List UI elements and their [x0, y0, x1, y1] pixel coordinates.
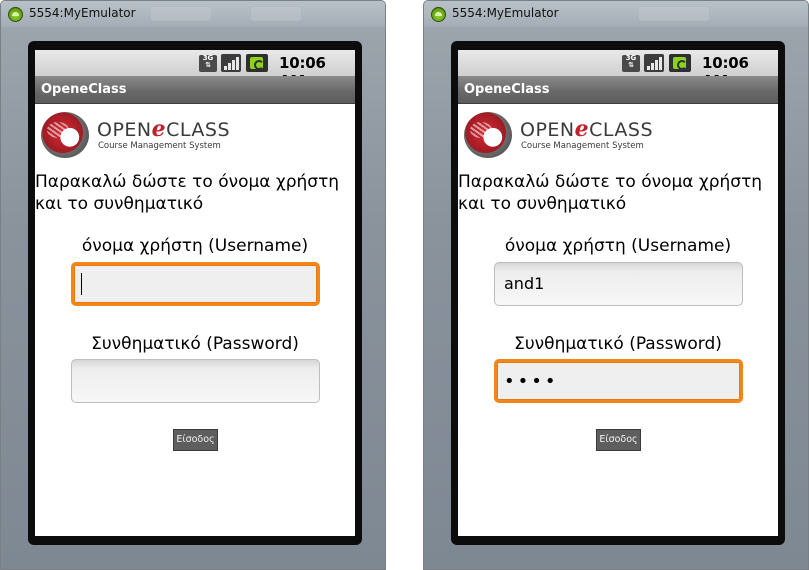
titlebar-blur [639, 7, 709, 21]
android-icon [431, 7, 446, 22]
app-title: OpeneClass [41, 82, 127, 97]
app-title-bar: OpeneClass [35, 76, 355, 104]
openeclass-logo: OPENeCLASS Course Management System [464, 110, 664, 160]
emulator-window-2: 5554:MyEmulator 3G⇅ 10:06 AM OpeneClass [423, 0, 809, 570]
network-3g-icon: 3G ⇅ [199, 55, 217, 72]
network-3g-icon: 3G ⇅ [622, 55, 640, 72]
battery-charging-icon [669, 54, 691, 72]
app-title-bar: OpeneClass [458, 76, 778, 104]
window-titlebar[interactable]: 5554:MyEmulator [1, 1, 385, 27]
username-input[interactable]: and1 [494, 262, 743, 306]
status-bar: 3G⇅ 10:06 AM [458, 50, 778, 90]
status-bar: 3G⇅ 10:06 AM [35, 50, 355, 90]
username-label: όνομα χρήστη (Username) [81, 236, 309, 256]
app-title: OpeneClass [464, 82, 550, 97]
login-button[interactable]: Είσοδος [173, 429, 218, 451]
emulator-window-1: 5554:MyEmulator 3G⇅ 10:06 AM OpeneClass [0, 0, 386, 570]
logo-tagline: Course Management System [521, 141, 644, 151]
window-title: 5554:MyEmulator [29, 6, 136, 20]
login-prompt: Παρακαλώ δώστε το όνομα χρήστη και το συ… [458, 172, 763, 214]
battery-charging-icon [246, 54, 268, 72]
device-screen: 3G⇅ 10:06 AM OpeneClass OPENeCLASS Cours… [35, 50, 355, 536]
titlebar-blur [151, 7, 211, 21]
device-bezel: 3G⇅ 10:06 AM OpeneClass OPENeCLASS Cours… [28, 41, 362, 545]
logo-mark-icon [464, 112, 512, 158]
password-input[interactable] [71, 359, 320, 403]
logo-wordmark: OPENeCLASS [97, 116, 231, 142]
signal-icon [221, 54, 241, 72]
logo-wordmark: OPENeCLASS [520, 116, 654, 142]
username-input[interactable] [71, 262, 320, 306]
username-value: and1 [504, 274, 545, 293]
window-titlebar[interactable]: 5554:MyEmulator [424, 1, 808, 27]
username-label: όνομα χρήστη (Username) [504, 236, 732, 256]
login-button[interactable]: Είσοδος [596, 429, 641, 451]
window-title: 5554:MyEmulator [452, 6, 559, 20]
screenshot-pair: 5554:MyEmulator 3G⇅ 10:06 AM OpeneClass [0, 0, 809, 570]
password-label: Συνθηματικό (Password) [91, 334, 299, 354]
password-input[interactable]: •••• [494, 359, 743, 403]
device-screen: 3G⇅ 10:06 AM OpeneClass OPENeCLASS Cours… [458, 50, 778, 536]
password-value: •••• [504, 371, 559, 392]
android-icon [8, 7, 23, 22]
login-prompt: Παρακαλώ δώστε το όνομα χρήστη και το συ… [35, 172, 340, 214]
logo-mark-icon [41, 112, 89, 158]
signal-icon [644, 54, 664, 72]
password-label: Συνθηματικό (Password) [514, 334, 722, 354]
openeclass-logo: OPENeCLASS Course Management System [41, 110, 241, 160]
titlebar-blur [251, 7, 301, 21]
text-cursor [81, 272, 82, 295]
device-bezel: 3G⇅ 10:06 AM OpeneClass OPENeCLASS Cours… [451, 41, 785, 545]
logo-tagline: Course Management System [98, 141, 221, 151]
